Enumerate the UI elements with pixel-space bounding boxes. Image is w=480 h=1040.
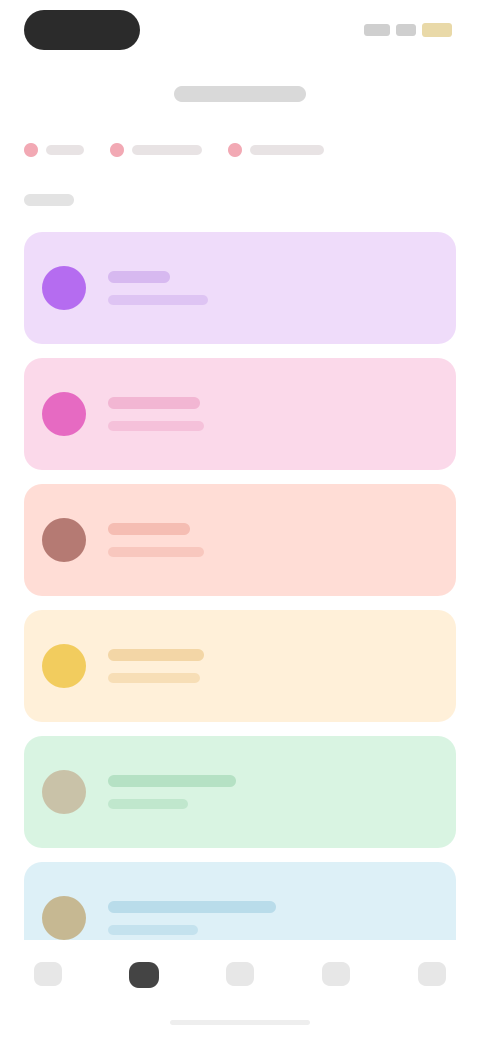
filter-chip-3[interactable] xyxy=(228,143,324,157)
avatar xyxy=(42,644,86,688)
list-item[interactable] xyxy=(24,232,456,344)
nav-item[interactable] xyxy=(410,962,454,986)
item-subtitle xyxy=(108,799,188,809)
item-subtitle xyxy=(108,925,198,935)
chip-label xyxy=(132,145,202,155)
bottom-nav xyxy=(0,944,480,1014)
list-item[interactable] xyxy=(24,736,456,848)
chip-dot-icon xyxy=(24,143,38,157)
chip-dot-icon xyxy=(228,143,242,157)
item-title xyxy=(108,901,276,913)
chip-label xyxy=(46,145,84,155)
item-subtitle xyxy=(108,547,204,557)
status-icons xyxy=(356,18,452,42)
list-item[interactable] xyxy=(24,610,456,722)
page-header xyxy=(0,76,480,112)
nav-item[interactable] xyxy=(314,962,358,986)
filter-chip-2[interactable] xyxy=(110,143,202,157)
notifications-icon xyxy=(322,962,350,986)
profile-icon xyxy=(418,962,446,986)
wifi-icon xyxy=(396,24,416,36)
filter-chip-1[interactable] xyxy=(24,143,84,157)
avatar xyxy=(42,392,86,436)
nav-item[interactable] xyxy=(218,962,262,986)
card-list xyxy=(24,232,456,940)
home-icon xyxy=(34,962,62,986)
filter-chips xyxy=(24,136,464,164)
item-title xyxy=(108,523,190,535)
explore-icon xyxy=(226,962,254,986)
item-title xyxy=(108,271,170,283)
item-title xyxy=(108,649,204,661)
chip-label xyxy=(250,145,324,155)
section-label xyxy=(24,194,74,206)
item-subtitle xyxy=(108,295,208,305)
list-item[interactable] xyxy=(24,484,456,596)
avatar xyxy=(42,770,86,814)
item-subtitle xyxy=(108,421,204,431)
activity-icon xyxy=(129,962,159,988)
signal-icon xyxy=(364,24,390,36)
item-title xyxy=(108,397,200,409)
nav-item[interactable] xyxy=(26,962,70,986)
avatar xyxy=(42,518,86,562)
battery-icon xyxy=(422,23,452,37)
list-item[interactable] xyxy=(24,862,456,940)
list-item[interactable] xyxy=(24,358,456,470)
item-title xyxy=(108,775,236,787)
status-bar xyxy=(0,0,480,64)
item-subtitle xyxy=(108,673,200,683)
chip-dot-icon xyxy=(110,143,124,157)
home-indicator xyxy=(170,1020,310,1025)
nav-item[interactable] xyxy=(122,962,166,988)
avatar xyxy=(42,266,86,310)
page-title xyxy=(174,86,306,102)
dynamic-island xyxy=(24,10,140,50)
avatar xyxy=(42,896,86,940)
